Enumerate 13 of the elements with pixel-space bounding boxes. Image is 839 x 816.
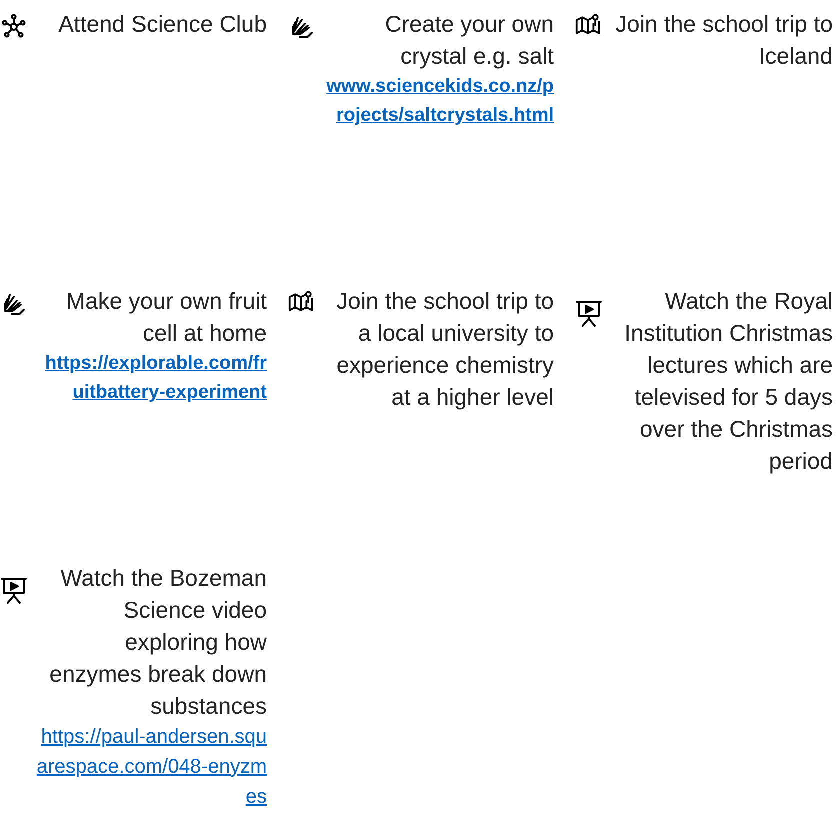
activity-text: Attend Science Club — [58, 10, 267, 39]
web-link[interactable]: https://paul-andersen.squarespace.com/048-enyzmes — [35, 722, 267, 812]
web-link[interactable]: www.sciencekids.co.nz/projects/saltcrystals.html — [322, 72, 554, 130]
activity-text: Watch the Royal Institution Christmas lectures which are televised for 5 days over the Christmas period — [624, 287, 833, 476]
activity-text: Join the school trip to Iceland — [614, 10, 833, 71]
network-icon — [2, 14, 26, 38]
activity-text: Watch the Bozeman Science video exploring how enzymes break down substances — [48, 564, 267, 721]
activity-text: Make your own fruit cell at home — [65, 287, 267, 348]
activity-text: Join the school trip to a local university to experience chemistry at a higher level — [336, 287, 554, 412]
presentation-icon — [1, 576, 27, 604]
web-link[interactable]: https://explorable.com/fruitbattery-experiment — [35, 349, 267, 407]
presentation-icon — [576, 299, 602, 327]
activity-text: Create your own crystal e.g. salt — [384, 10, 554, 71]
